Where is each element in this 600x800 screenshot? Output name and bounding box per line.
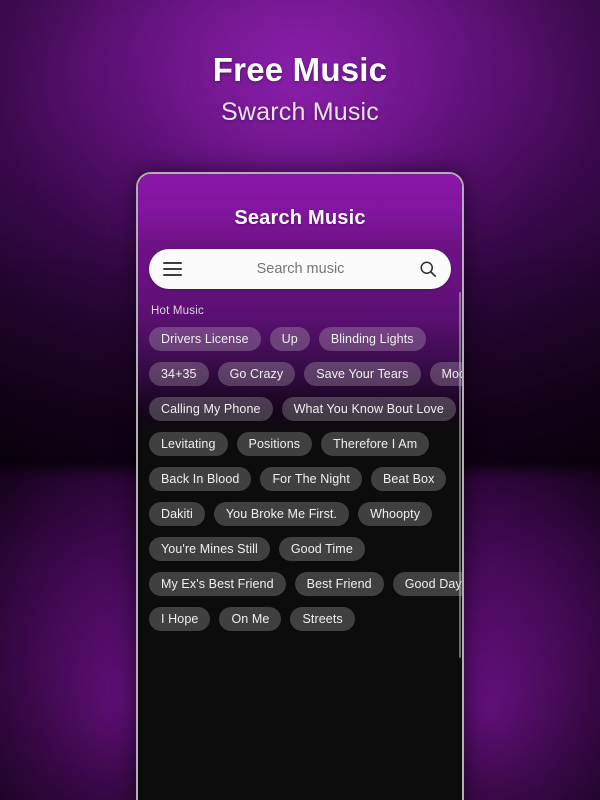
tag-item[interactable]: What You Know Bout Love	[281, 397, 456, 421]
app-header-bar: Search Music	[138, 174, 462, 240]
tag-item[interactable]: Drivers License	[149, 327, 261, 351]
promo-headings: Free Music Swarch Music	[0, 52, 600, 126]
search-bar[interactable]	[149, 249, 451, 289]
tag-row: 34+35 Go Crazy Save Your Tears Mood	[147, 362, 462, 386]
section-label-hot-music: Hot Music	[151, 305, 204, 317]
tag-row: My Ex's Best Friend Best Friend Good Days	[147, 572, 462, 596]
phone-mockup: Search Music Hot Music Drivers License Up	[136, 172, 464, 800]
tag-item[interactable]: Back In Blood	[149, 467, 252, 491]
tag-item[interactable]: Save Your Tears	[304, 362, 421, 386]
hamburger-line-1	[163, 262, 182, 264]
page-subtitle: Swarch Music	[221, 97, 379, 126]
tag-row: Drivers License Up Blinding Lights	[147, 327, 453, 351]
tag-row: Dakiti You Broke Me First. Whoopty	[147, 502, 453, 526]
tag-item[interactable]: For The Night	[260, 467, 362, 491]
phone-screen: Search Music Hot Music Drivers License Up	[138, 174, 462, 800]
tag-row: Calling My Phone What You Know Bout Love	[147, 397, 456, 421]
tag-item[interactable]: Mood	[429, 362, 462, 386]
search-icon[interactable]	[419, 260, 437, 278]
tag-item[interactable]: Streets	[290, 607, 355, 631]
tag-item[interactable]: I Hope	[149, 607, 211, 631]
tag-item[interactable]: Therefore I Am	[321, 432, 430, 456]
hot-music-section: Hot Music Drivers License Up Blinding Ligh…	[138, 289, 462, 631]
tag-row: You're Mines Still Good Time	[147, 537, 453, 561]
screen-scrollbar[interactable]	[459, 292, 461, 658]
tag-item[interactable]: You're Mines Still	[149, 537, 270, 561]
hamburger-menu-icon[interactable]	[163, 262, 182, 276]
tag-item[interactable]: Blinding Lights	[318, 327, 426, 351]
tag-item[interactable]: Positions	[236, 432, 313, 456]
page-title: Free Music	[212, 51, 388, 88]
tag-item[interactable]: 34+35	[149, 362, 209, 386]
tag-item[interactable]: Good Time	[278, 537, 365, 561]
tag-item[interactable]: Dakiti	[149, 502, 205, 526]
tag-item[interactable]: Up	[269, 327, 310, 351]
tag-item[interactable]: Good Days	[392, 572, 462, 596]
tag-item[interactable]: My Ex's Best Friend	[149, 572, 286, 596]
tag-item[interactable]: Go Crazy	[217, 362, 296, 386]
tag-row: Levitating Positions Therefore I Am	[147, 432, 453, 456]
hamburger-line-2	[163, 268, 182, 270]
app-header-title: Search Music	[234, 207, 366, 229]
app-screenshot-stage: Free Music Swarch Music Search Music Sea…	[0, 0, 600, 800]
tag-row: Back In Blood For The Night Beat Box	[147, 467, 453, 491]
tag-item[interactable]: On Me	[219, 607, 282, 631]
tag-row: I Hope On Me Streets	[147, 607, 453, 631]
tag-item[interactable]: Levitating	[149, 432, 228, 456]
tag-item[interactable]: Whoopty	[358, 502, 433, 526]
tag-list: Drivers License Up Blinding Lights 34+35 Go …	[147, 327, 462, 631]
hamburger-line-3	[163, 274, 182, 276]
tag-item[interactable]: You Broke Me First.	[213, 502, 350, 526]
tag-item[interactable]: Best Friend	[294, 572, 384, 596]
search-input[interactable]	[182, 261, 419, 277]
tag-item[interactable]: Beat Box	[370, 467, 447, 491]
tag-item[interactable]: Calling My Phone	[149, 397, 273, 421]
